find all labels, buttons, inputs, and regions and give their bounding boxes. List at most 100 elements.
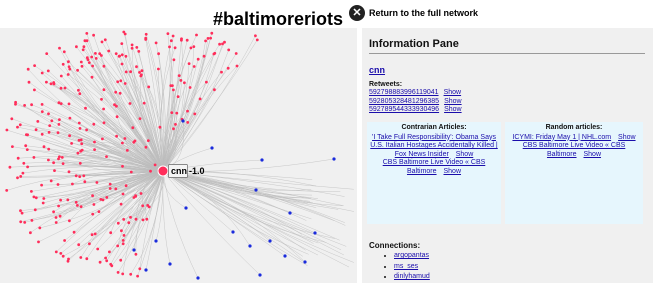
- graph-node[interactable]: [23, 104, 26, 107]
- graph-node[interactable]: [116, 80, 120, 84]
- graph-node[interactable]: [176, 95, 180, 98]
- graph-node[interactable]: [92, 122, 96, 126]
- graph-node[interactable]: [92, 203, 96, 206]
- graph-node[interactable]: [80, 64, 84, 68]
- graph-node[interactable]: [209, 36, 213, 40]
- graph-node[interactable]: [87, 61, 91, 64]
- graph-node[interactable]: [175, 111, 179, 115]
- graph-node[interactable]: [30, 190, 33, 193]
- graph-node[interactable]: [129, 215, 132, 219]
- connection-link[interactable]: argopantas: [394, 252, 429, 259]
- graph-node[interactable]: [157, 52, 161, 56]
- graph-node[interactable]: [74, 200, 78, 204]
- graph-node[interactable]: [188, 86, 192, 89]
- graph-node[interactable]: [40, 71, 44, 75]
- graph-node[interactable]: [213, 51, 217, 55]
- graph-node[interactable]: [218, 42, 222, 46]
- graph-node[interactable]: [67, 170, 71, 174]
- graph-node[interactable]: [32, 195, 36, 199]
- graph-node[interactable]: [40, 103, 44, 106]
- graph-node[interactable]: [78, 92, 82, 96]
- connection-link[interactable]: ms_ses: [394, 263, 418, 270]
- close-circle-icon[interactable]: ✕: [349, 5, 365, 21]
- graph-node[interactable]: [248, 244, 252, 248]
- graph-node[interactable]: [227, 48, 231, 52]
- graph-node[interactable]: [79, 256, 83, 259]
- graph-node[interactable]: [168, 45, 171, 49]
- graph-node[interactable]: [116, 244, 120, 248]
- graph-node[interactable]: [171, 34, 175, 38]
- graph-node[interactable]: [268, 239, 272, 243]
- graph-node[interactable]: [132, 248, 136, 252]
- graph-node[interactable]: [32, 156, 36, 159]
- graph-node[interactable]: [19, 175, 23, 178]
- graph-node[interactable]: [172, 88, 175, 92]
- graph-node[interactable]: [56, 131, 60, 134]
- graph-node[interactable]: [33, 88, 36, 92]
- graph-node[interactable]: [57, 123, 61, 126]
- graph-node[interactable]: [140, 73, 143, 77]
- graph-node[interactable]: [183, 81, 186, 85]
- graph-node[interactable]: [25, 148, 29, 151]
- graph-node[interactable]: [180, 37, 183, 41]
- graph-node[interactable]: [124, 70, 128, 74]
- graph-node[interactable]: [205, 80, 208, 84]
- graph-node[interactable]: [196, 276, 200, 280]
- graph-node[interactable]: [57, 204, 60, 208]
- graph-node[interactable]: [54, 221, 58, 224]
- graph-node[interactable]: [57, 101, 61, 105]
- graph-node[interactable]: [49, 82, 53, 86]
- graph-node[interactable]: [124, 184, 128, 188]
- graph-node[interactable]: [8, 165, 12, 169]
- graph-node[interactable]: [158, 125, 162, 129]
- graph-node[interactable]: [204, 39, 208, 43]
- graph-node[interactable]: [147, 205, 151, 209]
- graph-node[interactable]: [77, 138, 81, 142]
- graph-node[interactable]: [97, 210, 101, 214]
- graph-node[interactable]: [47, 147, 51, 151]
- graph-node[interactable]: [123, 82, 127, 85]
- graph-node[interactable]: [10, 117, 14, 121]
- graph-node[interactable]: [85, 257, 89, 261]
- graph-node[interactable]: [153, 163, 157, 167]
- graph-node[interactable]: [120, 229, 123, 233]
- graph-node[interactable]: [166, 32, 170, 35]
- graph-node[interactable]: [82, 174, 86, 178]
- graph-node[interactable]: [168, 262, 172, 266]
- graph-node[interactable]: [101, 137, 104, 141]
- graph-node[interactable]: [30, 219, 34, 222]
- graph-node[interactable]: [115, 115, 119, 119]
- graph-node[interactable]: [202, 54, 206, 58]
- graph-node[interactable]: [63, 86, 67, 90]
- graph-node[interactable]: [255, 38, 259, 42]
- graph-node[interactable]: [144, 32, 148, 36]
- graph-node[interactable]: [77, 88, 80, 92]
- graph-node[interactable]: [67, 65, 71, 69]
- graph-node[interactable]: [40, 132, 44, 136]
- graph-node[interactable]: [34, 128, 38, 132]
- graph-node[interactable]: [52, 210, 55, 214]
- graph-node[interactable]: [79, 60, 83, 64]
- graph-node[interactable]: [67, 60, 70, 64]
- graph-node[interactable]: [68, 116, 72, 120]
- graph-node[interactable]: [135, 65, 138, 69]
- graph-node[interactable]: [88, 242, 91, 246]
- graph-node[interactable]: [85, 32, 89, 35]
- graph-node[interactable]: [120, 62, 124, 66]
- graph-node[interactable]: [121, 192, 125, 196]
- graph-node[interactable]: [283, 254, 287, 258]
- graph-node[interactable]: [45, 52, 49, 55]
- graph-node[interactable]: [30, 103, 33, 107]
- graph-node[interactable]: [192, 65, 196, 68]
- graph-node[interactable]: [19, 209, 22, 213]
- graph-node[interactable]: [91, 194, 94, 198]
- graph-node[interactable]: [113, 103, 116, 107]
- graph-node[interactable]: [54, 216, 58, 219]
- graph-node[interactable]: [114, 52, 118, 55]
- graph-node[interactable]: [138, 267, 142, 271]
- network-graph-canvas[interactable]: cnn -1.0: [0, 28, 357, 283]
- graph-node[interactable]: [58, 214, 62, 218]
- graph-node[interactable]: [195, 33, 198, 37]
- graph-node[interactable]: [181, 119, 185, 123]
- graph-node[interactable]: [144, 38, 148, 41]
